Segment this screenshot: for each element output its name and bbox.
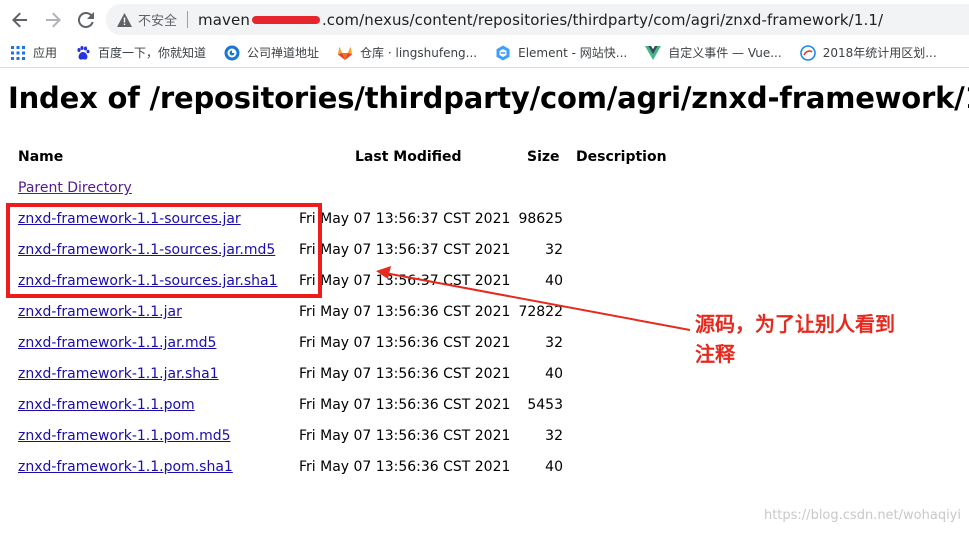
bookmarks-bar: 应用 百度一下，你就知道 公司禅道地址 仓库 · lingshufeng... …: [0, 38, 969, 68]
parent-directory-row: Parent Directory: [0, 180, 700, 211]
file-link[interactable]: znxd-framework-1.1-sources.jar: [18, 211, 241, 227]
file-name-cell: znxd-framework-1.1.jar: [18, 304, 182, 320]
browser-toolbar: 不安全 maven .com/nexus/content/repositories…: [0, 0, 969, 38]
bookmark-apps[interactable]: 应用: [10, 44, 57, 61]
file-size-cell: 40: [545, 366, 563, 382]
file-name-cell: znxd-framework-1.1-sources.jar.sha1: [18, 273, 278, 289]
page-content: Index of /repositories/thirdparty/com/ag…: [0, 69, 969, 533]
bookmark-label: 自定义事件 — Vue...: [668, 46, 782, 60]
file-modified-cell: Fri May 07 13:56:36 CST 2021: [299, 304, 511, 320]
file-modified-cell: Fri May 07 13:56:36 CST 2021: [299, 428, 511, 444]
gitlab-fox-icon: [337, 45, 353, 61]
warning-triangle-icon[interactable]: [117, 12, 132, 27]
file-row: znxd-framework-1.1.jar.md5 Fri May 07 13:…: [0, 335, 700, 366]
file-size-cell: 32: [545, 242, 563, 258]
file-name-cell: znxd-framework-1.1-sources.jar: [18, 211, 241, 227]
file-row: znxd-framework-1.1-sources.jar.sha1 Fri M…: [0, 273, 700, 304]
column-header-last-modified: Last Modified: [355, 149, 462, 165]
file-row: znxd-framework-1.1.jar.sha1 Fri May 07 13…: [0, 366, 700, 397]
file-name-cell: znxd-framework-1.1.pom.md5: [18, 428, 231, 444]
parent-directory-link[interactable]: Parent Directory: [18, 180, 132, 196]
element-hex-icon: [495, 45, 511, 61]
zentao-logo-icon: [224, 45, 240, 61]
file-link[interactable]: znxd-framework-1.1.jar.md5: [18, 335, 216, 351]
bookmark-gitlab[interactable]: 仓库 · lingshufeng...: [337, 44, 477, 61]
file-row: znxd-framework-1.1.pom.sha1 Fri May 07 13…: [0, 459, 700, 490]
baidu-paw-icon: [75, 45, 91, 61]
apps-grid-icon: [10, 45, 26, 61]
file-size-cell: 32: [545, 335, 563, 351]
file-link[interactable]: znxd-framework-1.1.jar: [18, 304, 182, 320]
vue-logo-icon: [645, 45, 662, 61]
page-title: Index of /repositories/thirdparty/com/ag…: [8, 81, 969, 115]
column-header-description: Description: [576, 149, 667, 165]
bookmark-baidu[interactable]: 百度一下，你就知道: [75, 44, 206, 61]
file-name-cell: znxd-framework-1.1.pom: [18, 397, 195, 413]
url-prefix: maven: [198, 10, 250, 29]
back-arrow-icon[interactable]: [9, 9, 31, 31]
bookmark-label: 应用: [33, 46, 58, 60]
security-status-label[interactable]: 不安全: [138, 10, 177, 29]
file-size-cell: 40: [545, 273, 563, 289]
bookmark-label: 公司禅道地址: [247, 46, 320, 60]
address-divider: [187, 11, 189, 28]
bookmark-stats[interactable]: 2018年统计用区划...: [799, 44, 937, 61]
bookmark-element[interactable]: Element - 网站快...: [495, 44, 627, 61]
redaction-mark: [251, 16, 320, 24]
file-row: znxd-framework-1.1.pom.md5 Fri May 07 13:…: [0, 428, 700, 459]
file-modified-cell: Fri May 07 13:56:36 CST 2021: [299, 397, 511, 413]
file-modified-cell: Fri May 07 13:56:36 CST 2021: [299, 459, 511, 475]
watermark: https://blog.csdn.net/wohaqiyi: [763, 508, 961, 523]
file-name-cell: znxd-framework-1.1.pom.sha1: [18, 459, 233, 475]
file-modified-cell: Fri May 07 13:56:36 CST 2021: [299, 335, 511, 351]
file-link[interactable]: znxd-framework-1.1-sources.jar.sha1: [18, 273, 278, 289]
file-row: znxd-framework-1.1.jar Fri May 07 13:56:3…: [0, 304, 700, 335]
bookmark-label: 百度一下，你就知道: [98, 46, 207, 60]
bookmark-label: 2018年统计用区划...: [822, 46, 937, 60]
column-header-name: Name: [18, 149, 64, 165]
file-modified-cell: Fri May 07 13:56:37 CST 2021: [299, 273, 511, 289]
url-text[interactable]: maven .com/nexus/content/repositories/thi…: [198, 11, 883, 29]
bookmark-vue[interactable]: 自定义事件 — Vue...: [645, 44, 782, 61]
file-row: znxd-framework-1.1-sources.jar.md5 Fri Ma…: [0, 242, 700, 273]
file-name-cell: znxd-framework-1.1-sources.jar.md5: [18, 242, 275, 258]
file-link[interactable]: znxd-framework-1.1.pom.md5: [18, 428, 231, 444]
file-size-cell: 40: [545, 459, 563, 475]
file-name-cell: znxd-framework-1.1.jar.sha1: [18, 366, 219, 382]
file-row: znxd-framework-1.1.pom Fri May 07 13:56:3…: [0, 397, 700, 428]
url-path: .com/nexus/content/repositories/thirdpar…: [321, 10, 884, 29]
annotation-note: 源码，为了让别人看到 注释: [695, 309, 895, 369]
file-link[interactable]: znxd-framework-1.1.jar.sha1: [18, 366, 219, 382]
bookmark-label: Element - 网站快...: [518, 46, 628, 60]
file-link[interactable]: znxd-framework-1.1.pom.sha1: [18, 459, 233, 475]
file-size-cell: 5453: [527, 397, 563, 413]
file-size-cell: 72822: [518, 304, 563, 320]
file-modified-cell: Fri May 07 13:56:37 CST 2021: [299, 242, 511, 258]
address-bar[interactable]: 不安全 maven .com/nexus/content/repositories…: [106, 4, 969, 35]
file-modified-cell: Fri May 07 13:56:37 CST 2021: [299, 211, 511, 227]
file-size-cell: 32: [545, 428, 563, 444]
file-size-cell: 98625: [518, 211, 563, 227]
parent-directory-cell: Parent Directory: [18, 180, 132, 196]
annotation-line-1: 源码，为了让别人看到: [695, 312, 895, 336]
bookmark-zentao[interactable]: 公司禅道地址: [224, 44, 319, 61]
column-header-size: Size: [527, 149, 560, 165]
reload-icon[interactable]: [75, 9, 97, 31]
bookmark-label: 仓库 · lingshufeng...: [360, 46, 478, 60]
file-link[interactable]: znxd-framework-1.1.pom: [18, 397, 195, 413]
file-row: znxd-framework-1.1-sources.jar Fri May 07…: [0, 211, 700, 242]
forward-arrow-icon[interactable]: [42, 9, 64, 31]
stats-globe-icon: [799, 44, 816, 61]
file-link[interactable]: znxd-framework-1.1-sources.jar.md5: [18, 242, 275, 258]
file-modified-cell: Fri May 07 13:56:36 CST 2021: [299, 366, 511, 382]
file-name-cell: znxd-framework-1.1.jar.md5: [18, 335, 216, 351]
annotation-line-2: 注释: [695, 342, 735, 366]
